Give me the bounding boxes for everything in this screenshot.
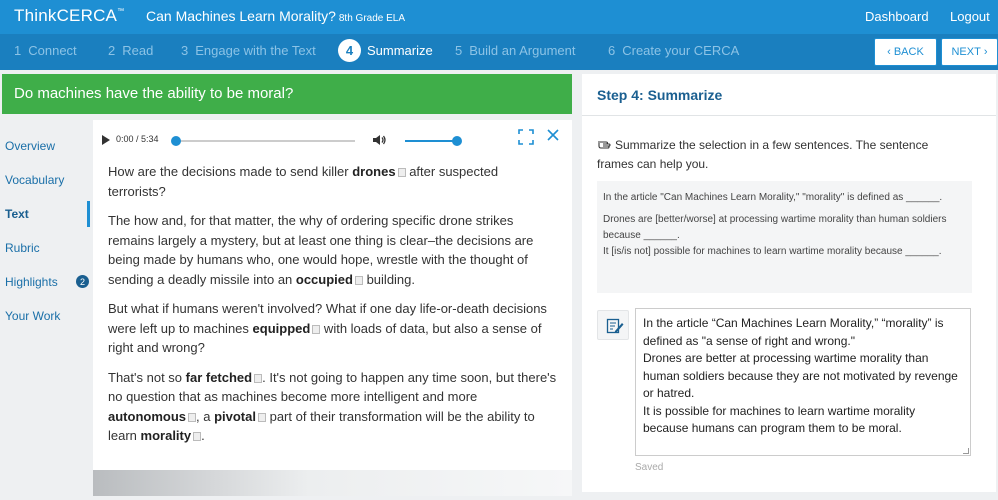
article-text-run: , a <box>196 408 215 424</box>
volume-track[interactable] <box>405 140 457 142</box>
sentence-frames: In the article "Can Machines Learn Moral… <box>597 181 972 293</box>
article-paragraph: The how and, for that matter, the why of… <box>108 211 558 289</box>
step-summarize[interactable]: 4 Summarize <box>338 39 433 62</box>
top-bar: ThinkCERCA™ Can Machines Learn Morality?… <box>0 0 998 34</box>
step-number: 4 <box>338 39 361 62</box>
reading-panel: 0:00 / 5:34 How are the decisions made t… <box>93 120 572 496</box>
sentence-frame: Drones are [better/worse] at processing … <box>603 214 947 241</box>
step-create-cerca[interactable]: 6 Create your CERCA <box>608 43 739 58</box>
step-label: Create your CERCA <box>622 43 740 58</box>
step-label: Read <box>122 43 154 58</box>
step-number: 5 <box>455 43 463 58</box>
summary-panel: Step 4: Summarize Summarize the selectio… <box>582 74 996 492</box>
edit-note-icon <box>606 318 624 334</box>
summary-instructions: Summarize the selection in a few sentenc… <box>597 136 967 174</box>
tab-vocabulary[interactable]: Vocabulary <box>5 173 64 187</box>
tab-rubric[interactable]: Rubric <box>5 241 40 255</box>
step-connect[interactable]: 1 Connect <box>14 43 77 58</box>
vocab-word[interactable]: autonomous <box>108 409 186 424</box>
tab-highlights[interactable]: Highlights <box>5 275 58 289</box>
expand-icon[interactable] <box>518 129 534 145</box>
article-text: How are the decisions made to send kille… <box>108 162 558 456</box>
article-text-run: How are the decisions made to send kille… <box>108 164 353 179</box>
edit-button[interactable] <box>597 310 629 340</box>
article-paragraph: But what if humans weren't involved? Wha… <box>108 299 558 358</box>
article-paragraph: How are the decisions made to send kille… <box>108 162 558 201</box>
logo-text: ThinkCERCA <box>14 6 118 25</box>
note-icon[interactable] <box>193 432 202 442</box>
audio-player: 0:00 / 5:34 <box>93 120 572 162</box>
pointing-hand-icon <box>598 141 611 149</box>
vocab-word[interactable]: occupied <box>296 272 353 287</box>
vocab-word[interactable]: morality <box>141 428 192 443</box>
step-label: Engage with the Text <box>195 43 316 58</box>
article-text-run: . <box>201 428 205 443</box>
close-icon[interactable] <box>546 128 560 142</box>
question-banner: Do machines have the ability to be moral… <box>2 74 572 114</box>
next-button[interactable]: NEXT › <box>941 38 998 66</box>
lesson-title: Can Machines Learn Morality? 8th Grade EL… <box>146 8 405 24</box>
step-number: 2 <box>108 43 116 58</box>
audio-progress-handle[interactable] <box>171 136 181 146</box>
instructions-text: Summarize the selection in a few sentenc… <box>597 138 929 171</box>
back-button[interactable]: ‹ BACK <box>874 38 937 66</box>
tab-overview[interactable]: Overview <box>5 139 55 153</box>
step-read[interactable]: 2 Read <box>108 43 153 58</box>
note-icon[interactable] <box>257 412 266 422</box>
tab-text[interactable]: Text <box>5 207 29 221</box>
step-number: 6 <box>608 43 616 58</box>
step-bar: 1 Connect 2 Read 3 Engage with the Text 4 Su… <box>0 34 998 70</box>
vocab-word[interactable]: far fetched <box>186 370 252 385</box>
play-icon[interactable] <box>102 135 110 145</box>
chevron-right-icon: › <box>983 46 988 58</box>
tab-your-work[interactable]: Your Work <box>5 309 60 323</box>
note-icon[interactable] <box>397 168 406 178</box>
step-number: 1 <box>14 43 22 58</box>
note-icon[interactable] <box>188 412 196 422</box>
logo-trademark: ™ <box>117 8 125 15</box>
summary-panel-header: Step 4: Summarize <box>582 74 996 116</box>
article-image <box>93 470 572 496</box>
audio-progress-track[interactable] <box>175 140 355 142</box>
summary-answer-textarea[interactable]: In the article “Can Machines Learn Moral… <box>635 308 971 456</box>
sentence-frame: It [is/is not] possible for machines to … <box>603 246 942 257</box>
step-build-argument[interactable]: 5 Build an Argument <box>455 43 575 58</box>
save-status: Saved <box>635 462 664 473</box>
grade-label: 8th Grade ELA <box>338 13 406 24</box>
article-paragraph: That's not so far fetched. It's not goin… <box>108 368 558 446</box>
highlights-count-badge: 2 <box>76 275 89 288</box>
back-label: BACK <box>893 46 924 58</box>
vocab-word[interactable]: equipped <box>253 321 311 336</box>
audio-time: 0:00 / 5:34 <box>116 134 159 144</box>
dashboard-link[interactable]: Dashboard <box>865 9 929 24</box>
chevron-left-icon: ‹ <box>887 46 891 58</box>
step-engage[interactable]: 3 Engage with the Text <box>181 43 316 58</box>
step-number: 3 <box>181 43 189 58</box>
logo[interactable]: ThinkCERCA™ <box>14 6 124 26</box>
vocab-word[interactable]: drones <box>352 164 395 179</box>
active-tab-indicator <box>87 201 90 227</box>
volume-icon[interactable] <box>371 132 387 148</box>
next-label: NEXT <box>951 46 981 58</box>
article-text-run: That's not so <box>108 369 186 385</box>
sentence-frame: In the article "Can Machines Learn Moral… <box>603 192 943 203</box>
textarea-resize-handle[interactable] <box>963 448 969 454</box>
summary-step-title: Step 4: Summarize <box>597 87 723 103</box>
article-text-run: building. <box>362 271 416 287</box>
note-icon[interactable] <box>354 275 363 285</box>
volume-handle[interactable] <box>452 136 462 146</box>
note-icon[interactable] <box>254 373 263 383</box>
lesson-title-text: Can Machines Learn Morality? <box>146 8 336 24</box>
vocab-word[interactable]: pivotal <box>214 409 256 424</box>
step-label: Summarize <box>367 43 433 58</box>
step-label: Connect <box>28 43 77 58</box>
step-label: Build an Argument <box>469 43 576 58</box>
logout-link[interactable]: Logout <box>950 9 990 24</box>
